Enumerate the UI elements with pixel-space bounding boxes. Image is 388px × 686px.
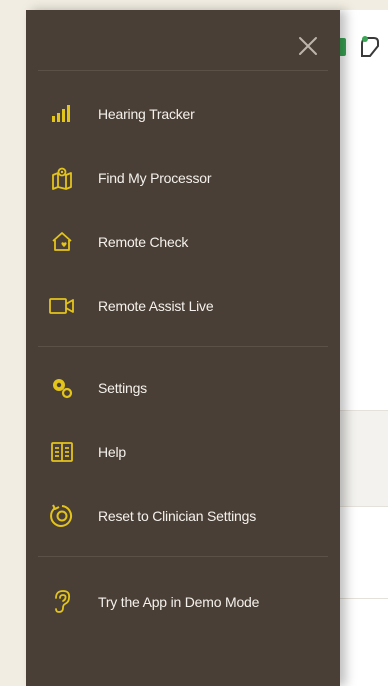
ear-icon (46, 586, 78, 618)
drawer-divider (38, 70, 328, 71)
drawer-divider (38, 556, 328, 557)
menu-item-demo-mode[interactable]: Try the App in Demo Mode (26, 570, 340, 634)
status-indicators (332, 30, 388, 64)
menu-item-hearing-tracker[interactable]: Hearing Tracker (26, 82, 340, 146)
menu-item-settings[interactable]: Settings (26, 356, 340, 420)
menu-item-label: Remote Assist Live (98, 298, 214, 314)
row-divider (340, 410, 388, 411)
content-row-band (340, 410, 388, 506)
demo-menu: Try the App in Demo Mode (26, 570, 340, 634)
top-strip (26, 0, 388, 10)
close-button[interactable] (294, 32, 322, 60)
close-icon (299, 37, 317, 55)
row-divider (340, 598, 388, 599)
book-icon (46, 436, 78, 468)
menu-item-reset-clinician[interactable]: Reset to Clinician Settings (26, 484, 340, 548)
map-pin-icon (46, 162, 78, 194)
navigation-drawer: Hearing Tracker Find My Processor Remote… (26, 10, 340, 686)
menu-item-label: Hearing Tracker (98, 106, 195, 122)
menu-item-help[interactable]: Help (26, 420, 340, 484)
menu-item-label: Help (98, 444, 126, 460)
menu-item-remote-assist-live[interactable]: Remote Assist Live (26, 274, 340, 338)
menu-item-label: Remote Check (98, 234, 189, 250)
primary-menu: Hearing Tracker Find My Processor Remote… (26, 82, 340, 338)
home-heart-icon (46, 226, 78, 258)
menu-item-label: Settings (98, 380, 147, 396)
row-divider (340, 506, 388, 507)
signal-bars-icon (46, 98, 78, 130)
drawer-divider (38, 346, 328, 347)
menu-item-label: Try the App in Demo Mode (98, 594, 260, 610)
menu-item-find-my-processor[interactable]: Find My Processor (26, 146, 340, 210)
gears-icon (46, 372, 78, 404)
menu-item-label: Reset to Clinician Settings (98, 508, 257, 524)
video-camera-icon (46, 290, 78, 322)
secondary-menu: Settings Help Reset to Clinician Setting… (26, 356, 340, 548)
menu-item-remote-check[interactable]: Remote Check (26, 210, 340, 274)
reset-target-icon (46, 500, 78, 532)
menu-item-label: Find My Processor (98, 170, 212, 186)
